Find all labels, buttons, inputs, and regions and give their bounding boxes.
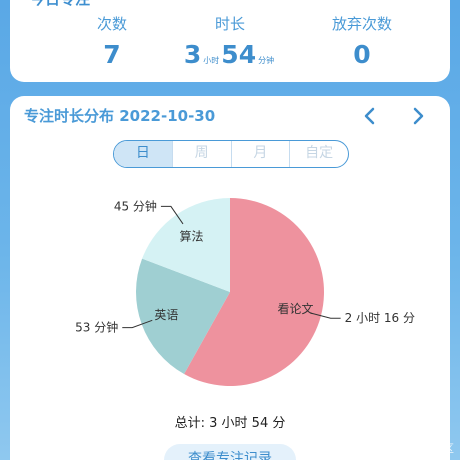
pie-slice-name-1: 英语 bbox=[154, 308, 178, 322]
today-title: 今日专注 bbox=[30, 0, 90, 8]
today-card: 今日专注 次数 7 时长 3小时54分钟 放弃次数 0 bbox=[10, 0, 450, 82]
stat-duration-label: 时长 bbox=[214, 15, 245, 33]
pie-slice-name-0: 看论文 bbox=[277, 301, 313, 316]
pie-value-label-0: 2 小时 16 分 bbox=[345, 311, 415, 325]
stat-count: 次数 7 bbox=[82, 14, 142, 72]
total-duration: 总计: 3 小时 54 分 bbox=[174, 416, 286, 431]
pie-chart: 看论文 2 小时 16 分 英语 53 分钟 算法 45 分钟 bbox=[75, 198, 415, 386]
stat-count-value: 7 bbox=[103, 40, 121, 69]
stat-duration: 时长 3 小时54 分钟 bbox=[170, 14, 290, 78]
pie-value-label-2: 45 分钟 bbox=[114, 198, 157, 213]
duration-hours: 3 bbox=[183, 40, 202, 69]
stat-duration-value: 3 小时54 分钟 bbox=[170, 38, 290, 78]
duration-hours-unit: 小时 bbox=[203, 56, 220, 65]
duration-minutes-unit: 分钟 bbox=[258, 56, 275, 65]
pie-value-label-1: 53 分钟 bbox=[75, 320, 118, 335]
watermark: @稀土掘金技术社区 bbox=[355, 442, 454, 455]
stat-count-label: 次数 bbox=[96, 15, 127, 33]
view-records-button[interactable]: 查看专注记录 bbox=[164, 444, 296, 460]
duration-minutes: 54 bbox=[221, 40, 257, 69]
pie-slice-name-2: 算法 bbox=[180, 228, 204, 243]
stat-abandon: 放弃次数 0 bbox=[322, 14, 402, 72]
stat-abandon-value: 0 bbox=[353, 40, 371, 69]
distribution-card: 专注时长分布 2022-10-30 日 周 月 自定 看论文 2 小时 16 分英… bbox=[10, 96, 450, 460]
stat-abandon-label: 放弃次数 bbox=[331, 15, 392, 33]
